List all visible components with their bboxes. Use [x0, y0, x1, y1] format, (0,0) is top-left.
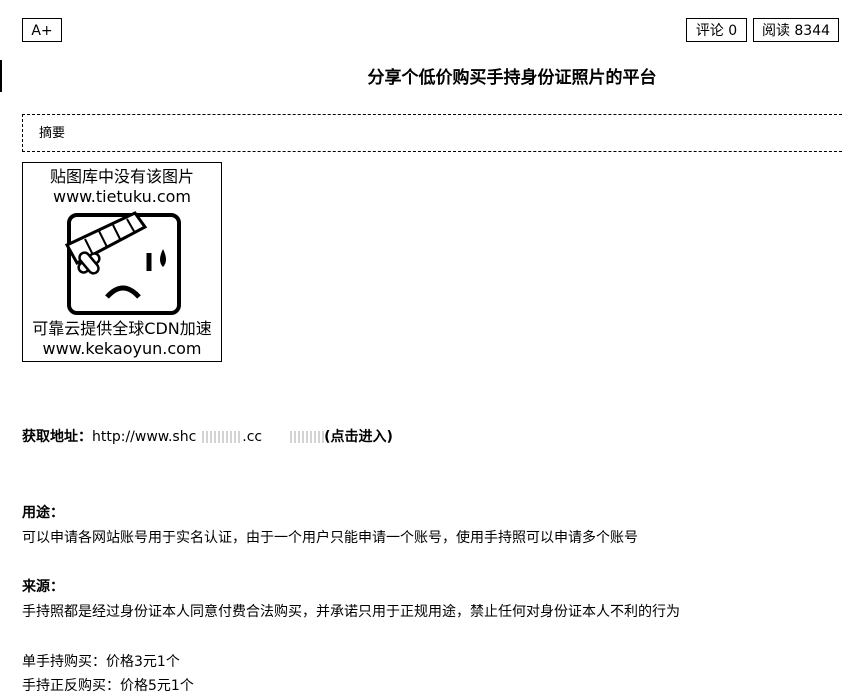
source-text: 手持照都是经过身份证本人同意付费合法购买，并承诺只用于正规用途，禁止任何对身份证…	[22, 604, 680, 620]
link-row: 获取地址：http://www.shc .cc (点击进入)	[22, 427, 393, 447]
source-heading: 来源：	[22, 579, 64, 595]
read-count-button[interactable]: 阅读 8344	[753, 18, 839, 42]
usage-text: 可以申请各网站账号用于实名认证，由于一个用户只能申请一个账号，使用手持照可以申请…	[22, 530, 638, 546]
price-double: 手持正反购买：价格5元1个	[22, 678, 194, 694]
link-enter-text[interactable]: (点击进入)	[324, 429, 393, 445]
placeholder-line-2: www.tietuku.com	[52, 187, 192, 206]
placeholder-line-4: www.kekaoyun.com	[42, 339, 202, 358]
placeholder-line-3: 可靠云提供全球CDN加速	[32, 319, 212, 338]
usage-heading: 用途：	[22, 505, 64, 521]
placeholder-line-1: 贴图库中没有该图片	[49, 167, 194, 186]
left-edge-marker	[0, 60, 2, 92]
price-single: 单手持购买：价格3元1个	[22, 654, 180, 670]
comment-count-button[interactable]: 评论 0	[686, 18, 747, 42]
sad-face-bandage-icon	[65, 211, 181, 315]
link-url-part-1[interactable]: http://www.shc	[92, 429, 196, 445]
summary-label: 摘要	[39, 126, 66, 141]
summary-box: 摘要	[22, 114, 844, 152]
redacted-url-segment-2	[290, 431, 325, 443]
redacted-url-segment-1	[202, 431, 243, 443]
font-size-button[interactable]: A+	[22, 18, 62, 42]
link-url-part-2[interactable]: .cc	[242, 429, 262, 445]
article-title: 分享个低价购买手持身份证照片的平台	[367, 68, 657, 88]
image-placeholder: 贴图库中没有该图片 www.tietuku.com 可靠云提供全球CDN加速 w…	[22, 162, 222, 362]
link-label: 获取地址：	[22, 429, 92, 445]
